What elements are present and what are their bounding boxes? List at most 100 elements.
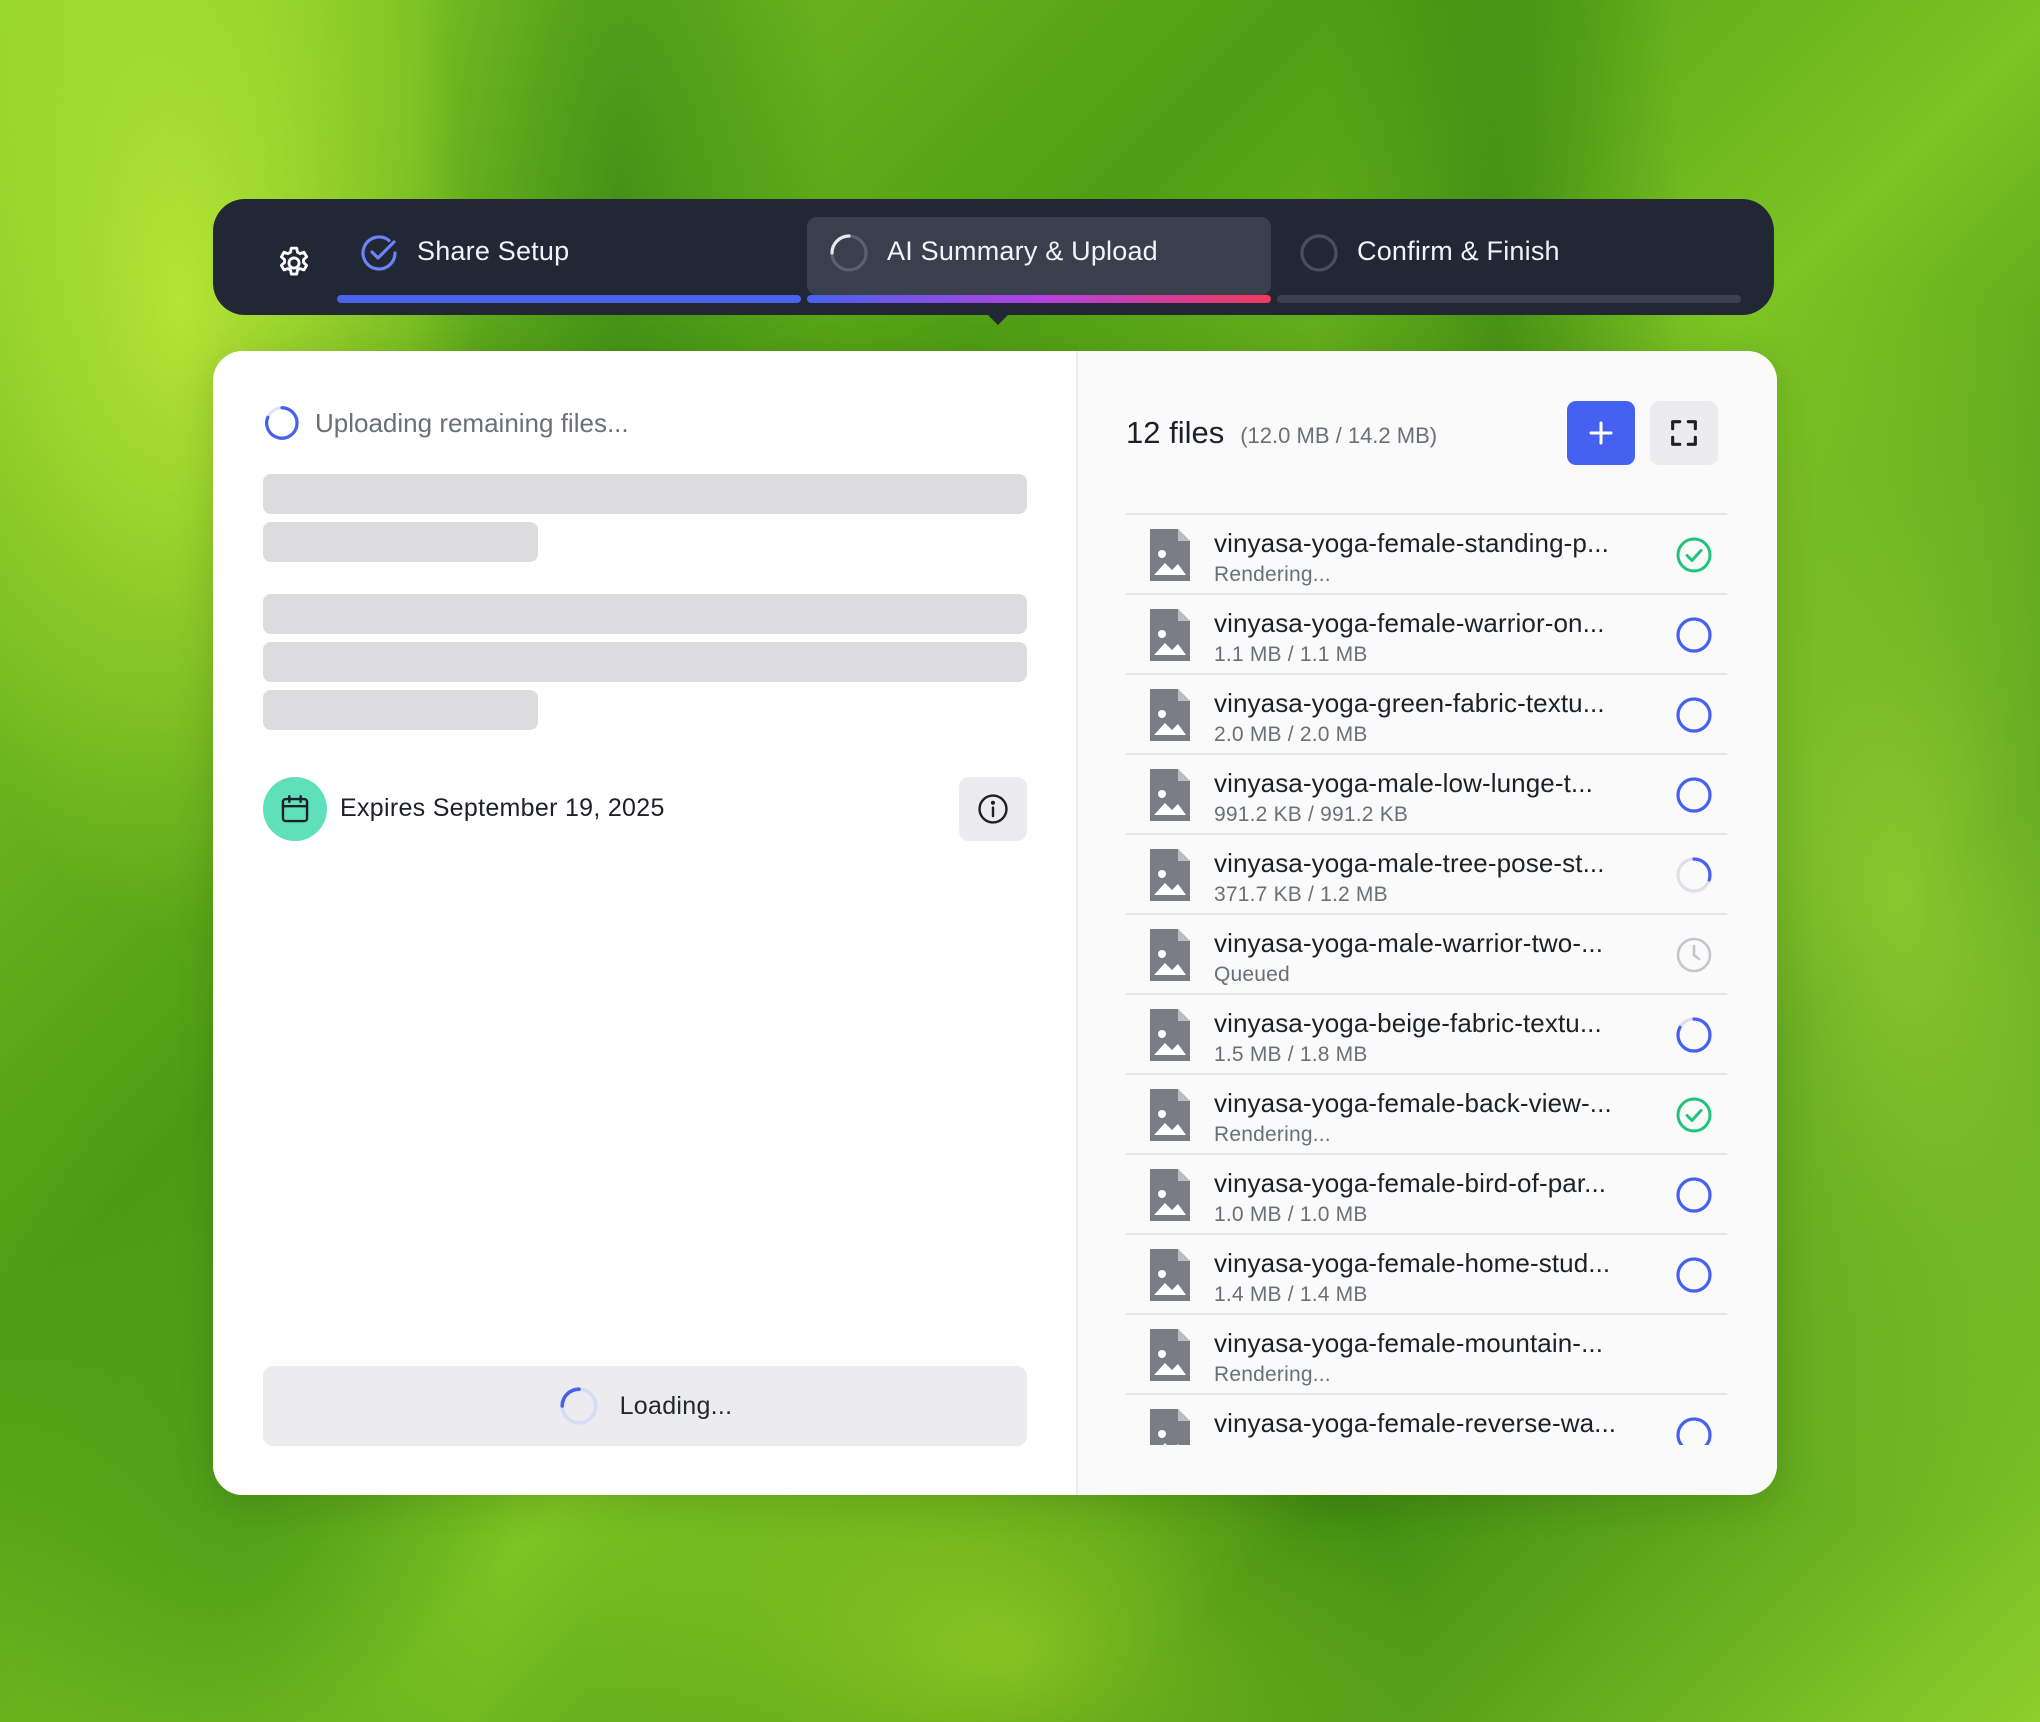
image-file-icon <box>1148 1007 1192 1063</box>
file-name: vinyasa-yoga-male-low-lunge-t... <box>1214 768 1593 798</box>
image-file-icon <box>1148 927 1192 983</box>
image-file-icon <box>1148 1167 1192 1223</box>
status-circle-icon <box>1674 615 1714 655</box>
spinner-icon <box>830 234 868 272</box>
step-label: AI Summary & Upload <box>887 236 1158 266</box>
file-name: vinyasa-yoga-female-bird-of-par... <box>1214 1168 1607 1198</box>
step-share-setup[interactable]: Share Setup <box>337 217 801 303</box>
file-meta: Queued <box>1214 963 1290 986</box>
file-name: vinyasa-yoga-female-reverse-wa... <box>1214 1408 1617 1438</box>
file-name: vinyasa-yoga-female-standing-p... <box>1214 528 1609 558</box>
file-name: vinyasa-yoga-female-mountain-... <box>1214 1328 1604 1358</box>
share-card: Uploading remaining files... Expires Sep… <box>213 351 1777 1495</box>
image-file-icon <box>1148 1407 1192 1445</box>
status-circle-icon <box>1674 695 1714 735</box>
file-row[interactable]: vinyasa-yoga-female-back-view-... Renderi… <box>1126 1075 1727 1155</box>
step-progress-bar <box>807 295 1271 303</box>
file-row[interactable]: vinyasa-yoga-male-low-lunge-t... 991.2 KB… <box>1126 755 1727 835</box>
progress-ring-icon <box>1674 1015 1714 1055</box>
files-panel: 12 files (12.0 MB / 14.2 MB) vinyasa-yog… <box>1076 351 1777 1495</box>
image-file-icon <box>1148 1247 1192 1303</box>
image-file-icon <box>1148 847 1192 903</box>
loading-button[interactable]: Loading... <box>263 1366 1027 1446</box>
skeleton-line <box>263 474 1027 514</box>
summary-panel: Uploading remaining files... Expires Sep… <box>213 351 1076 1495</box>
spinner-icon <box>559 1387 598 1425</box>
calendar-badge <box>263 777 327 841</box>
fullscreen-button[interactable] <box>1650 401 1718 465</box>
pending-circle-icon <box>1300 234 1338 272</box>
step-progress-bar <box>337 295 801 303</box>
calendar-icon <box>281 795 309 823</box>
status-empty <box>1674 1335 1714 1375</box>
status-circle-icon <box>1674 1255 1714 1295</box>
spinner-icon <box>265 406 299 440</box>
upload-status-text: Uploading remaining files... <box>315 407 629 438</box>
file-row[interactable]: vinyasa-yoga-male-warrior-two-... Queued <box>1126 915 1727 995</box>
image-file-icon <box>1148 527 1192 583</box>
active-step-pointer <box>986 313 1010 325</box>
step-label: Share Setup <box>417 236 570 266</box>
file-row[interactable]: vinyasa-yoga-female-bird-of-par... 1.0 MB… <box>1126 1155 1727 1235</box>
skeleton-line <box>263 594 1027 634</box>
status-circle-icon <box>1674 1415 1714 1445</box>
file-row[interactable]: vinyasa-yoga-female-standing-p... Renderi… <box>1126 515 1727 595</box>
info-button[interactable] <box>959 777 1027 841</box>
step-ai-summary-upload[interactable]: AI Summary & Upload <box>807 217 1271 303</box>
info-icon <box>978 794 1008 824</box>
image-file-icon <box>1148 687 1192 743</box>
file-row[interactable]: vinyasa-yoga-female-warrior-on... 1.1 MB … <box>1126 595 1727 675</box>
skeleton-line <box>263 642 1027 682</box>
file-name: vinyasa-yoga-male-warrior-two-... <box>1214 928 1604 958</box>
file-meta: 371.7 KB / 1.2 MB <box>1214 883 1388 906</box>
file-meta: 1.1 MB / 1.1 MB <box>1214 643 1368 666</box>
file-row[interactable]: vinyasa-yoga-male-tree-pose-st... 371.7 K… <box>1126 835 1727 915</box>
check-circle-icon <box>1674 535 1714 575</box>
loading-label: Loading... <box>619 1391 733 1420</box>
settings-button[interactable] <box>263 232 325 294</box>
file-row[interactable]: vinyasa-yoga-female-home-stud... 1.4 MB /… <box>1126 1235 1727 1315</box>
skeleton-line <box>263 690 538 730</box>
file-name: vinyasa-yoga-male-tree-pose-st... <box>1214 848 1605 878</box>
file-name: vinyasa-yoga-beige-fabric-textu... <box>1214 1008 1602 1038</box>
step-label: Confirm & Finish <box>1357 236 1560 266</box>
image-file-icon <box>1148 767 1192 823</box>
file-row[interactable]: vinyasa-yoga-female-mountain-... Renderin… <box>1126 1315 1727 1395</box>
files-header: 12 files (12.0 MB / 14.2 MB) <box>1126 415 1437 451</box>
plus-icon <box>1589 421 1613 445</box>
file-meta: Rendering... <box>1214 1123 1331 1146</box>
files-count: 12 files <box>1126 415 1225 450</box>
file-meta: Rendering... <box>1214 563 1331 586</box>
file-meta: 1.0 MB / 1.0 MB <box>1214 1203 1368 1226</box>
step-progress-bar <box>1277 295 1741 303</box>
expiration-row: Expires September 19, 2025 <box>263 777 1027 841</box>
status-circle-icon <box>1674 1175 1714 1215</box>
file-row[interactable]: vinyasa-yoga-female-reverse-wa... <box>1126 1395 1727 1445</box>
progress-ring-icon <box>1674 855 1714 895</box>
expiration-date: Expires September 19, 2025 <box>340 794 665 822</box>
file-meta: 2.0 MB / 2.0 MB <box>1214 723 1368 746</box>
stepper-bar: Share Setup AI Summary & Upload Confirm … <box>213 199 1774 325</box>
check-circle-icon <box>1674 1095 1714 1135</box>
check-circle-icon <box>361 235 397 271</box>
file-meta: Rendering... <box>1214 1363 1331 1386</box>
file-meta: 1.4 MB / 1.4 MB <box>1214 1283 1368 1306</box>
skeleton-line <box>263 522 538 562</box>
clock-icon <box>1674 935 1714 975</box>
file-meta: 1.5 MB / 1.8 MB <box>1214 1043 1368 1066</box>
file-name: vinyasa-yoga-female-warrior-on... <box>1214 608 1605 638</box>
image-file-icon <box>1148 607 1192 663</box>
file-row[interactable]: vinyasa-yoga-green-fabric-textu... 2.0 MB… <box>1126 675 1727 755</box>
image-file-icon <box>1148 1087 1192 1143</box>
file-row[interactable]: vinyasa-yoga-beige-fabric-textu... 1.5 MB… <box>1126 995 1727 1075</box>
step-confirm-finish[interactable]: Confirm & Finish <box>1277 217 1741 303</box>
expand-icon <box>1671 420 1697 446</box>
file-name: vinyasa-yoga-female-home-stud... <box>1214 1248 1611 1278</box>
add-files-button[interactable] <box>1567 401 1635 465</box>
file-name: vinyasa-yoga-female-back-view-... <box>1214 1088 1612 1118</box>
gear-icon <box>279 246 309 276</box>
status-circle-icon <box>1674 775 1714 815</box>
image-file-icon <box>1148 1327 1192 1383</box>
file-meta: 991.2 KB / 991.2 KB <box>1214 803 1409 826</box>
file-list: vinyasa-yoga-female-standing-p... Renderi… <box>1126 513 1727 1445</box>
